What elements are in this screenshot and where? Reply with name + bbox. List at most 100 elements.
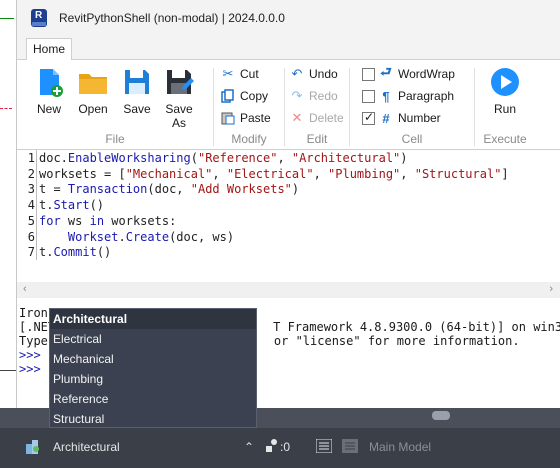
console-prompt[interactable]: >>>	[19, 362, 41, 376]
code-line[interactable]: 4 t.Start()	[17, 197, 104, 213]
undo-label: Undo	[309, 67, 338, 81]
autocomplete-item[interactable]: Architectural	[50, 309, 256, 329]
code-line[interactable]: 2 worksets = ["Mechanical", "Electrical",…	[17, 166, 509, 182]
new-file-icon	[33, 66, 65, 98]
save-as-label-1: Save	[165, 102, 193, 116]
line-number: 5	[27, 213, 35, 228]
app-icon: R	[31, 9, 47, 27]
scroll-right-icon[interactable]: ›	[549, 283, 553, 295]
wordwrap-icon: ⮐	[380, 64, 392, 79]
folder-icon	[77, 66, 109, 98]
save-as-label-2: As	[171, 116, 186, 130]
cell-group-label: Cell	[401, 132, 423, 146]
delete-label: Delete	[309, 111, 344, 125]
code-line[interactable]: 5 for ws in worksets:	[17, 213, 177, 229]
design-model[interactable]: Main Model	[369, 440, 431, 454]
open-button[interactable]: Open	[71, 66, 115, 116]
redo-label: Redo	[309, 89, 338, 103]
new-button[interactable]: New	[27, 66, 71, 116]
code-line[interactable]: 6 Workset.Create(doc, ws)	[17, 229, 234, 245]
code-line[interactable]: 1 doc.EnableWorksharing("Reference", "Arc…	[17, 150, 408, 166]
redo-icon: ↷	[291, 88, 303, 103]
copy-label: Copy	[240, 89, 269, 103]
code-editor[interactable]: 1 doc.EnableWorksharing("Reference", "Arc…	[17, 150, 560, 280]
chevron-up-icon[interactable]: ⌃	[244, 440, 254, 454]
autocomplete-item[interactable]: Mechanical	[50, 349, 256, 369]
paste-button[interactable]: Paste	[220, 108, 271, 128]
copy-icon	[220, 88, 236, 104]
copy-button[interactable]: Copy	[220, 86, 268, 106]
line-number: 6	[27, 229, 35, 244]
grid-line	[0, 18, 14, 19]
undo-icon: ↶	[291, 66, 303, 81]
title-bar[interactable]: R RevitPythonShell (non-modal) | 2024.0.…	[17, 0, 560, 36]
undo-button[interactable]: ↶ Undo	[289, 64, 338, 84]
window-title: RevitPythonShell (non-modal) | 2024.0.0.…	[59, 11, 285, 25]
autocomplete-item[interactable]: Electrical	[50, 329, 256, 349]
autocomplete-item[interactable]: Structural	[50, 409, 256, 429]
wordwrap-toggle[interactable]: ⮐ WordWrap	[362, 64, 455, 84]
grid-line	[0, 108, 12, 109]
run-label: Run	[493, 102, 516, 116]
edit-group: ↶ Undo ↷ Redo ✕ Delete Edit	[285, 60, 349, 150]
console-prompt: >>>	[19, 348, 41, 362]
run-button[interactable]: Run	[483, 66, 527, 116]
line-number: 4	[27, 198, 35, 213]
delete-button[interactable]: ✕ Delete	[289, 108, 344, 128]
save-as-icon	[163, 66, 195, 98]
paste-icon	[220, 110, 236, 126]
autocomplete-item[interactable]: Reference	[50, 389, 256, 409]
code-line[interactable]: 3t = Transaction(doc, "Add Worksets")	[17, 181, 299, 197]
cell-group: ⮐ WordWrap ¶ Paragraph # Number Cell	[350, 60, 474, 150]
scissors-icon: ✂	[222, 66, 234, 81]
cut-label: Cut	[240, 67, 259, 81]
open-label: Open	[78, 102, 108, 116]
file-group-label: File	[105, 132, 125, 146]
redo-button[interactable]: ↷ Redo	[289, 86, 338, 106]
autocomplete-popup: Architectural Electrical Mechanical Plum…	[49, 308, 257, 428]
number-toggle[interactable]: # Number	[362, 108, 441, 128]
line-number: 1	[27, 151, 35, 165]
save-button[interactable]: Save	[115, 66, 159, 116]
ribbon-tabs: Home	[17, 36, 560, 61]
tab-home[interactable]: Home	[26, 38, 72, 61]
scroll-left-icon[interactable]: ‹	[23, 283, 27, 295]
workset-icon[interactable]	[24, 438, 42, 459]
number-checkbox[interactable]	[362, 110, 375, 125]
autocomplete-item[interactable]: Plumbing	[50, 369, 256, 389]
pilcrow-icon: ¶	[382, 88, 390, 104]
cut-button[interactable]: ✂ Cut	[220, 64, 259, 84]
paste-label: Paste	[240, 111, 271, 125]
scroll-thumb[interactable]	[432, 411, 450, 420]
new-label: New	[36, 102, 61, 116]
paragraph-label: Paragraph	[398, 89, 455, 103]
filter-icon[interactable]	[342, 439, 358, 456]
wordwrap-checkbox[interactable]	[362, 67, 375, 81]
line-number: 3	[27, 182, 35, 197]
list-icon[interactable]	[315, 438, 333, 456]
paragraph-toggle[interactable]: ¶ Paragraph	[362, 86, 454, 106]
hash-icon: #	[382, 110, 390, 126]
active-workset[interactable]: Architectural	[53, 440, 120, 454]
execute-group: Run Execute	[475, 60, 535, 150]
save-as-button[interactable]: Save As	[157, 66, 201, 130]
save-icon	[121, 66, 153, 98]
edit-group-label: Edit	[306, 132, 328, 146]
save-label: Save	[123, 102, 151, 116]
code-line[interactable]: 7 t.Commit()	[17, 244, 112, 260]
line-number: 2	[27, 166, 35, 181]
play-icon	[489, 66, 521, 98]
ribbon: New Open Save Save As File ✂ Cut Copy Pa…	[17, 60, 560, 150]
execute-group-label: Execute	[483, 132, 527, 146]
paragraph-checkbox[interactable]	[362, 89, 375, 103]
horizontal-scrollbar[interactable]: ‹ ›	[17, 282, 560, 298]
revit-status-bar: Architectural ⌃ :0 Main Model	[0, 428, 560, 468]
file-group: New Open Save Save As File	[17, 60, 213, 150]
modify-group: ✂ Cut Copy Paste Modify	[214, 60, 284, 150]
number-label: Number	[398, 111, 441, 125]
modify-group-label: Modify	[231, 132, 267, 146]
delete-icon: ✕	[291, 110, 303, 125]
design-options-icon[interactable]	[264, 438, 280, 457]
selection-count: :0	[280, 440, 291, 454]
wordwrap-label: WordWrap	[398, 67, 455, 81]
